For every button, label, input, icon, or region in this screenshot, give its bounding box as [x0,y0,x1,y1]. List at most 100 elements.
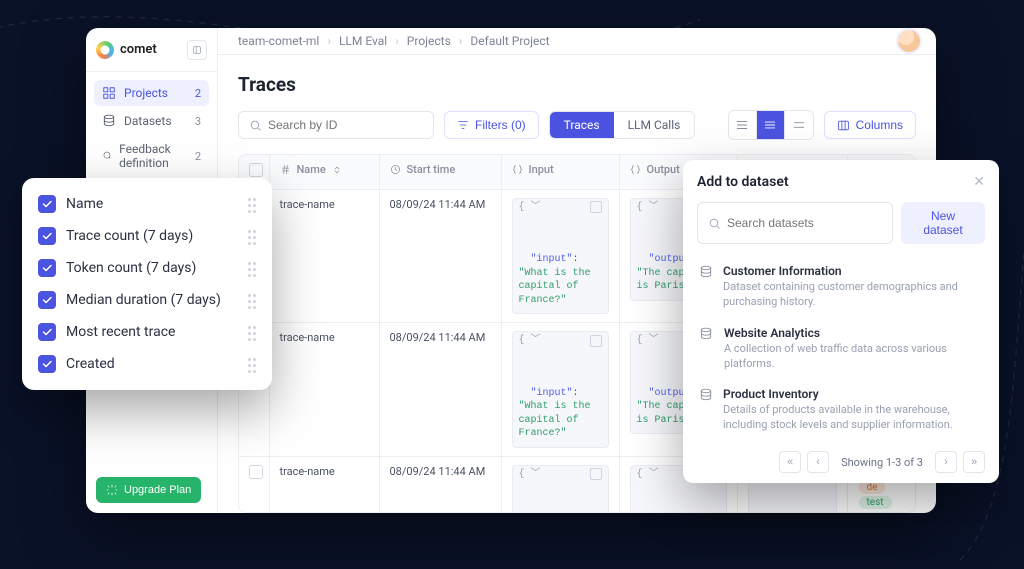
dataset-description: Details of products available in the war… [723,403,983,433]
cell-name: trace-name [269,323,379,457]
dataset-list-item[interactable]: Product Inventory Details of products av… [697,379,985,441]
view-segment: Traces LLM Calls [549,111,696,139]
json-cell: { ﹀ "input": "What is the capital of Fra… [512,331,609,448]
sidebar-item-label: Projects [124,86,168,100]
upgrade-plan-button[interactable]: Upgrade Plan [96,477,201,503]
column-chooser-item[interactable]: Name [30,188,264,220]
filter-icon [457,119,469,131]
checkbox-checked-icon[interactable] [38,259,56,277]
sidebar-item-datasets[interactable]: Datasets 3 [94,108,209,134]
breadcrumb-item[interactable]: LLM Eval [339,34,387,48]
panel-title: Add to dataset [697,174,789,190]
brace-collapse[interactable]: { ﹀ [519,334,541,348]
column-chooser-item[interactable]: Created [30,348,264,380]
column-chooser-label: Most recent trace [66,324,175,340]
copy-icon[interactable] [590,468,602,480]
col-input[interactable]: Input [501,155,619,189]
dataset-search-field[interactable] [727,216,882,230]
page-last-button[interactable]: » [963,451,985,473]
tag[interactable]: test [859,496,892,509]
breadcrumb: team-comet-ml› LLM Eval› Projects› Defau… [238,34,550,48]
sidebar-item-feedback[interactable]: Feedback definition 2 [94,136,209,176]
column-chooser-item[interactable]: Most recent trace [30,316,264,348]
new-dataset-button[interactable]: New dataset [901,202,985,244]
braces-icon [630,164,641,175]
sidebar-nav: Projects 2 Datasets 3 Feedback definitio… [86,72,217,184]
segment-llm-calls[interactable]: LLM Calls [614,112,695,138]
column-chooser-popover: Name Trace count (7 days) Token count (7… [22,178,272,390]
dataset-description: A collection of web traffic data across … [724,342,983,372]
dataset-list-item[interactable]: Website Analytics A collection of web tr… [697,318,985,380]
breadcrumb-item[interactable]: team-comet-ml [238,34,319,48]
braces-icon [512,164,523,175]
dataset-list-item[interactable]: Customer Information Dataset containing … [697,256,985,318]
badge-count: 3 [195,115,201,128]
density-normal[interactable] [757,111,785,139]
cell-start-time: 08/09/24 11:44 AM [379,189,501,323]
cell-input: { ﹀ "input": "What is the capital of Fra… [501,189,619,323]
drag-handle-icon[interactable] [248,325,256,340]
copy-icon[interactable] [590,201,602,213]
badge-count: 2 [195,87,201,100]
drag-handle-icon[interactable] [248,293,256,308]
drag-handle-icon[interactable] [248,229,256,244]
row-checkbox[interactable] [239,456,269,513]
drag-handle-icon[interactable] [248,357,256,372]
brace-collapse[interactable]: { ﹀ [519,201,541,215]
cell-start-time: 08/09/24 11:44 AM [379,323,501,457]
segment-traces[interactable]: Traces [550,112,614,138]
density-compact[interactable] [729,111,757,139]
sort-icon [332,165,342,175]
checkbox-checked-icon[interactable] [38,355,56,373]
brace-collapse[interactable]: { ﹀ [519,468,541,482]
page-next-button[interactable]: › [935,451,957,473]
page-title: Traces [238,73,916,96]
dataset-search-input[interactable] [697,202,893,244]
json-cell: { ﹀ "input": "What is the capital of Fra… [512,465,609,514]
sidebar-item-label: Datasets [124,114,172,128]
checkbox-checked-icon[interactable] [38,227,56,245]
dataset-name: Website Analytics [724,326,983,340]
breadcrumb-item[interactable]: Default Project [470,34,549,48]
col-name[interactable]: Name [269,155,379,189]
brace-collapse[interactable]: { ﹀ [637,201,659,215]
checkbox-checked-icon[interactable] [38,291,56,309]
upgrade-label: Upgrade Plan [124,484,191,496]
checkbox-checked-icon[interactable] [38,323,56,341]
cell-name: trace-name [269,456,379,513]
sidebar-item-projects[interactable]: Projects 2 [94,80,209,106]
columns-button[interactable]: Columns [824,111,916,139]
column-chooser-item[interactable]: Median duration (7 days) [30,284,264,316]
dataset-name: Customer Information [723,264,983,278]
page-prev-button[interactable]: ‹ [807,451,829,473]
sidebar-collapse-button[interactable] [187,40,207,60]
brace-collapse[interactable]: { ﹀ [637,468,659,482]
logo-text: comet [120,42,157,57]
column-chooser-item[interactable]: Token count (7 days) [30,252,264,284]
column-chooser-item[interactable]: Trace count (7 days) [30,220,264,252]
dataset-name: Product Inventory [723,387,983,401]
drag-handle-icon[interactable] [248,197,256,212]
database-icon [102,114,116,128]
drag-handle-icon[interactable] [248,261,256,276]
pagination-info: Showing 1-3 of 3 [841,456,923,469]
avatar[interactable] [896,28,922,54]
column-chooser-label: Name [66,196,103,212]
search-field[interactable] [268,118,423,132]
badge-count: 2 [195,150,201,163]
close-icon[interactable]: ✕ [973,174,985,190]
filters-button[interactable]: Filters (0) [444,111,539,139]
copy-icon[interactable] [590,335,602,347]
density-relaxed[interactable] [785,111,813,139]
search-input[interactable] [238,111,434,139]
breadcrumb-item[interactable]: Projects [407,34,451,48]
checkbox-checked-icon[interactable] [38,195,56,213]
column-chooser-label: Created [66,356,115,372]
brace-collapse[interactable]: { ﹀ [637,334,659,348]
column-chooser-label: Median duration (7 days) [66,292,221,308]
col-start[interactable]: Start time [379,155,501,189]
database-icon [699,387,713,433]
logo-icon [96,41,114,59]
page-first-button[interactable]: « [779,451,801,473]
filters-label: Filters (0) [475,118,526,132]
